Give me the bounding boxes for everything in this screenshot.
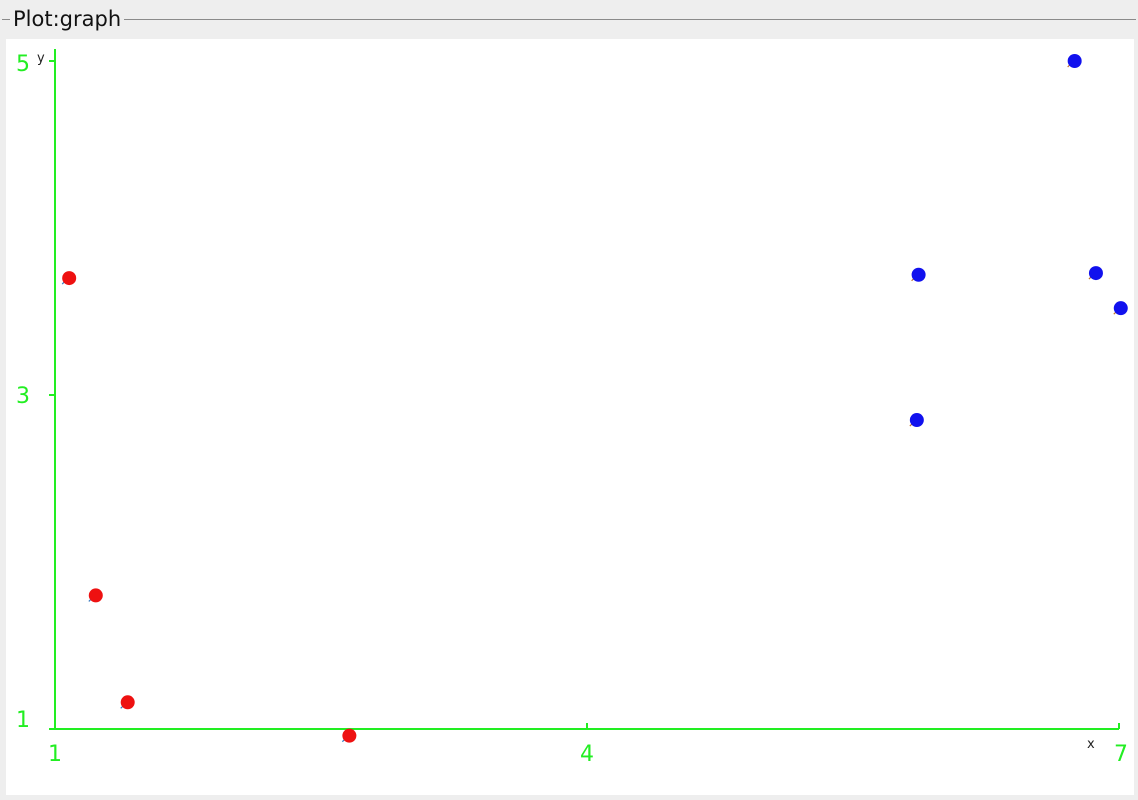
point-marker	[911, 267, 926, 282]
point-marker	[909, 413, 924, 428]
point-marker	[1113, 301, 1128, 316]
plot-canvas[interactable]: x y 1 4 7 5 3 1	[6, 39, 1134, 795]
x-tick-label: 4	[580, 742, 594, 767]
data-point	[911, 267, 926, 282]
data-point	[88, 588, 103, 603]
data-point	[909, 413, 924, 428]
y-axis-label: y	[37, 51, 45, 66]
point-marker	[88, 588, 103, 603]
data-point	[1088, 266, 1103, 281]
y-tick-label: 3	[16, 384, 30, 409]
point-marker	[1088, 266, 1103, 281]
point-marker	[62, 271, 77, 286]
scatter-chart[interactable]: x y 1 4 7 5 3 1	[6, 39, 1134, 795]
panel-title: Plot:graph	[10, 5, 125, 33]
point-marker	[120, 695, 135, 710]
data-point	[1067, 54, 1082, 68]
data-point	[120, 695, 135, 710]
panel-border-line	[2, 19, 1136, 20]
data-point	[61, 271, 77, 286]
data-point	[1113, 301, 1128, 316]
x-axis-label: x	[1087, 737, 1095, 752]
y-tick-label: 5	[16, 52, 30, 77]
x-tick-label: 1	[48, 742, 62, 767]
point-marker	[1067, 54, 1082, 68]
axis-ticks: 1 4 7 5 3 1	[16, 52, 1128, 767]
point-marker	[342, 728, 357, 743]
plot-panel: Plot:graph x y 1 4 7 5 3 1	[0, 0, 1138, 800]
y-tick-label: 1	[16, 708, 30, 733]
data-point	[341, 728, 357, 743]
data-points	[61, 54, 1128, 743]
x-tick-label: 7	[1114, 742, 1128, 767]
